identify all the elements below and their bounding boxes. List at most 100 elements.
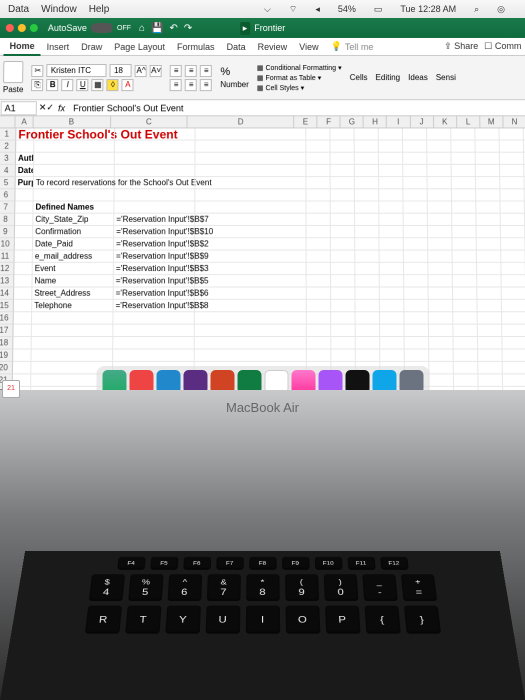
cell[interactable] xyxy=(331,288,355,299)
cell[interactable] xyxy=(428,214,452,225)
bold-button[interactable]: B xyxy=(47,79,59,91)
cell[interactable] xyxy=(404,263,428,274)
row-14[interactable]: 14 xyxy=(0,288,14,300)
cell[interactable] xyxy=(429,300,454,311)
cell[interactable] xyxy=(195,263,307,274)
cell[interactable] xyxy=(427,128,451,139)
cell[interactable] xyxy=(405,337,430,348)
cell[interactable] xyxy=(380,300,404,311)
cell[interactable] xyxy=(451,128,475,139)
cell[interactable] xyxy=(15,251,33,262)
cell[interactable] xyxy=(380,349,405,360)
cell[interactable] xyxy=(14,300,32,311)
cell[interactable] xyxy=(16,141,34,152)
row-1[interactable]: 1 xyxy=(0,128,16,140)
cell[interactable] xyxy=(477,251,501,262)
col-f[interactable]: F xyxy=(318,116,341,127)
format-table[interactable]: ▦ Format as Table ▾ xyxy=(257,74,342,82)
cell[interactable] xyxy=(476,214,500,225)
cell[interactable] xyxy=(13,337,31,348)
cell[interactable] xyxy=(307,251,331,262)
cell[interactable] xyxy=(331,325,355,336)
cell[interactable] xyxy=(379,238,403,249)
cell[interactable] xyxy=(15,214,33,225)
cell[interactable] xyxy=(195,238,306,249)
cell[interactable] xyxy=(502,300,525,311)
menu-help[interactable]: Help xyxy=(89,4,110,15)
cell[interactable] xyxy=(453,275,477,286)
cell[interactable] xyxy=(15,226,33,237)
cell[interactable] xyxy=(14,312,32,323)
tab-data[interactable]: Data xyxy=(221,38,252,54)
cell[interactable]: ='Reservation Input'!$B$8 xyxy=(113,300,194,311)
tab-formulas[interactable]: Formulas xyxy=(171,38,221,54)
row-11[interactable]: 11 xyxy=(0,251,15,263)
cell[interactable] xyxy=(403,141,427,152)
cell[interactable] xyxy=(403,201,427,212)
cell[interactable] xyxy=(379,189,403,200)
shrink-font[interactable]: A˅ xyxy=(150,65,162,77)
cell[interactable] xyxy=(403,128,427,139)
cell[interactable] xyxy=(379,177,403,188)
cell[interactable] xyxy=(195,312,307,323)
cell[interactable] xyxy=(355,214,379,225)
cell[interactable] xyxy=(307,238,331,249)
col-i[interactable]: I xyxy=(387,116,410,127)
cell[interactable] xyxy=(475,128,499,139)
search-icon[interactable]: ⌕ xyxy=(474,4,479,15)
cell[interactable] xyxy=(331,337,356,348)
cell[interactable] xyxy=(196,128,307,139)
cell[interactable] xyxy=(380,325,405,336)
cell[interactable] xyxy=(331,153,355,164)
cell[interactable] xyxy=(34,128,115,139)
tab-draw[interactable]: Draw xyxy=(75,38,108,54)
cell[interactable] xyxy=(404,275,428,286)
cell[interactable] xyxy=(502,288,525,299)
col-d[interactable]: D xyxy=(188,116,294,127)
cell[interactable] xyxy=(453,263,477,274)
cell[interactable] xyxy=(195,177,306,188)
minimize-icon[interactable] xyxy=(18,24,26,32)
col-h[interactable]: H xyxy=(364,116,387,127)
cell[interactable] xyxy=(478,337,503,348)
formula-input[interactable]: Frontier School's Out Event xyxy=(69,103,525,113)
cell[interactable] xyxy=(307,288,331,299)
cell[interactable] xyxy=(452,165,476,176)
align-bot[interactable]: ≡ xyxy=(200,65,212,77)
save-icon[interactable]: 💾 xyxy=(151,22,164,33)
cell[interactable] xyxy=(427,141,451,152)
cell[interactable] xyxy=(428,238,452,249)
cell[interactable] xyxy=(476,153,500,164)
cell[interactable] xyxy=(355,275,379,286)
cell[interactable] xyxy=(478,362,503,373)
cell[interactable] xyxy=(331,226,355,237)
cell[interactable] xyxy=(428,201,452,212)
cell[interactable] xyxy=(379,141,403,152)
cells-group[interactable]: Cells xyxy=(350,73,368,82)
cell[interactable]: ='Reservation Input'!$B$2 xyxy=(114,238,195,249)
cell[interactable] xyxy=(34,141,115,152)
cell[interactable] xyxy=(453,337,478,348)
cell[interactable] xyxy=(306,165,330,176)
cell[interactable] xyxy=(477,263,501,274)
cell[interactable]: Name xyxy=(32,275,113,286)
align-center[interactable]: ≡ xyxy=(185,79,197,91)
cell[interactable] xyxy=(500,141,524,152)
cell[interactable] xyxy=(34,165,115,176)
cell[interactable] xyxy=(502,312,525,323)
grow-font[interactable]: A^ xyxy=(135,65,147,77)
cell[interactable] xyxy=(331,275,355,286)
col-e[interactable]: E xyxy=(294,116,317,127)
cell[interactable] xyxy=(500,165,524,176)
cell[interactable] xyxy=(331,300,355,311)
cell[interactable] xyxy=(195,288,307,299)
cell[interactable] xyxy=(31,349,113,360)
cell[interactable] xyxy=(429,337,454,348)
cell[interactable] xyxy=(331,263,355,274)
cell[interactable] xyxy=(307,325,331,336)
cell[interactable] xyxy=(403,153,427,164)
cell[interactable]: ='Reservation Input'!$B$10 xyxy=(114,226,195,237)
cell[interactable] xyxy=(403,165,427,176)
cell[interactable] xyxy=(502,337,525,348)
row-4[interactable]: 4 xyxy=(0,165,16,177)
